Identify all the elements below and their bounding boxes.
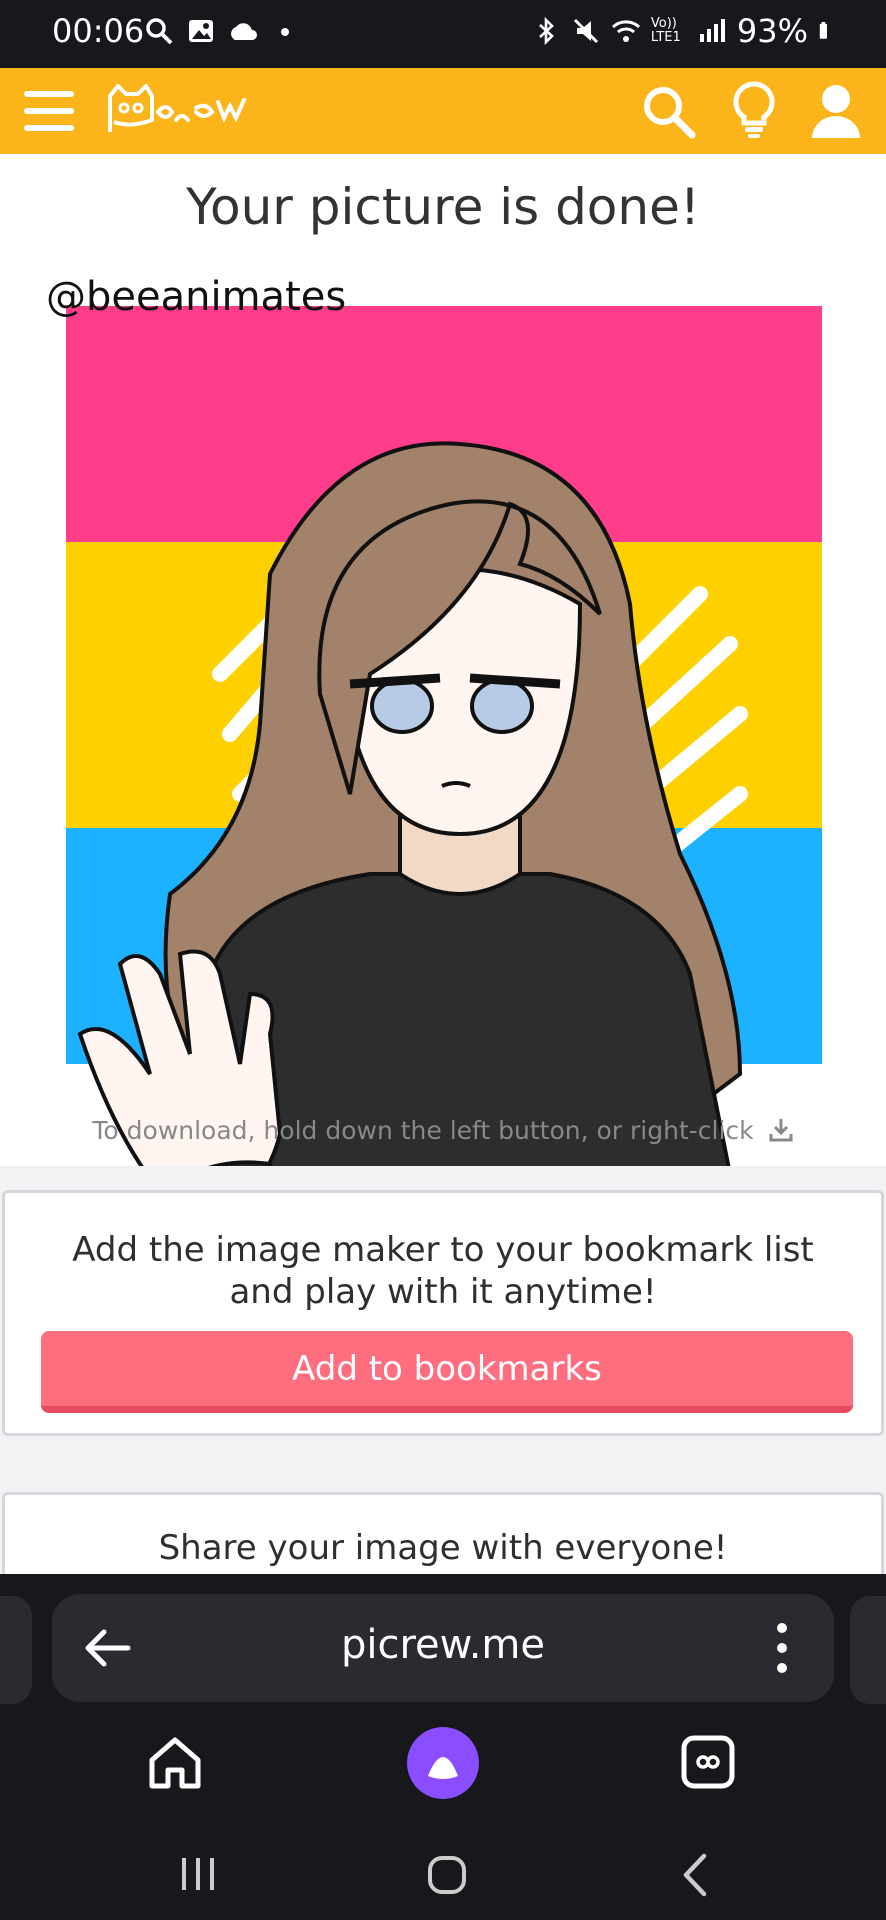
tabs-icon[interactable] <box>680 1734 736 1790</box>
search-icon[interactable] <box>640 83 696 139</box>
picrew-logo[interactable] <box>104 82 284 140</box>
assistant-icon[interactable] <box>406 1726 480 1800</box>
lightbulb-icon[interactable] <box>728 80 780 140</box>
user-icon[interactable] <box>808 82 864 140</box>
system-home-icon[interactable] <box>426 1854 468 1896</box>
download-hint-text: To download, hold down the left button, … <box>92 1116 754 1145</box>
address-bar[interactable]: picrew.me <box>52 1594 834 1702</box>
signal-icon <box>699 19 725 42</box>
artwork-signature: @beeanimates <box>46 274 347 320</box>
previous-tab-edge[interactable] <box>0 1596 32 1704</box>
add-to-bookmarks-button[interactable]: Add to bookmarks <box>41 1331 853 1413</box>
url-text[interactable]: picrew.me <box>52 1622 834 1668</box>
cloud-status-icon <box>231 23 257 40</box>
search-status-icon <box>146 18 173 45</box>
gallery-status-icon <box>189 20 213 42</box>
status-left-icons <box>144 16 300 46</box>
system-back-icon[interactable] <box>678 1852 710 1898</box>
download-icon <box>769 1119 793 1142</box>
avatar-illustration <box>66 306 822 1257</box>
recent-apps-icon[interactable] <box>176 1854 220 1894</box>
home-icon[interactable] <box>146 1734 204 1792</box>
network-label: Vo)) LTE1 <box>650 16 681 45</box>
menu-icon[interactable] <box>22 85 76 137</box>
more-vertical-icon[interactable] <box>774 1620 790 1676</box>
bluetooth-icon <box>538 16 554 46</box>
bookmark-card: Add the image maker to your bookmark lis… <box>2 1190 884 1436</box>
page-title: Your picture is done! <box>186 178 700 236</box>
battery-icon <box>819 22 827 39</box>
next-tab-edge[interactable] <box>850 1596 886 1704</box>
status-time: 00:06 <box>52 12 145 50</box>
status-bar: 00:06 Vo)) LTE1 93% <box>0 0 886 68</box>
app-bar <box>0 68 886 154</box>
battery-percent: 93% <box>736 12 808 50</box>
browser-bottom-bar: picrew.me <box>0 1574 886 1920</box>
download-hint: To download, hold down the left button, … <box>0 1116 886 1145</box>
bookmark-card-text: Add the image maker to your bookmark lis… <box>72 1230 814 1312</box>
mute-icon <box>573 18 598 44</box>
dot-status-icon <box>281 28 289 36</box>
share-card-text: Share your image with everyone! <box>158 1528 728 1568</box>
wifi-icon <box>611 20 640 42</box>
generated-picture[interactable]: @beeanimates <box>40 274 846 1257</box>
status-right-icons: Vo)) LTE1 93% <box>531 12 836 50</box>
